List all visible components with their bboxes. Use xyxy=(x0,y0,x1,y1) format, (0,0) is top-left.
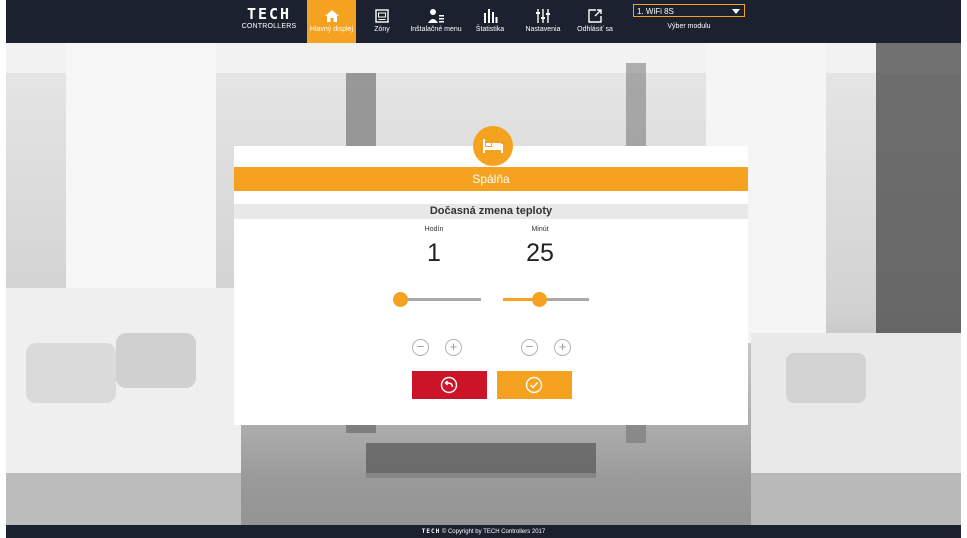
nav-zones[interactable]: Zóny xyxy=(365,0,399,43)
settings-sliders-icon xyxy=(536,9,550,23)
zone-name: Spálňa xyxy=(234,167,748,191)
minutes-label: Minút xyxy=(531,226,549,233)
zone-icon-badge xyxy=(473,126,513,166)
statistics-icon xyxy=(484,9,498,23)
nav-settings[interactable]: Nastavenia xyxy=(518,0,568,43)
minutes-slider-handle[interactable] xyxy=(532,292,547,307)
plus-icon: + xyxy=(449,339,458,354)
installer-menu-icon xyxy=(428,9,444,23)
plus-icon: + xyxy=(558,339,567,354)
hours-increase-button[interactable]: + xyxy=(445,339,462,356)
minutes-value: 25 xyxy=(526,239,554,267)
hours-label: Hodín xyxy=(424,226,444,233)
minus-icon: − xyxy=(416,339,425,354)
nav-installer-menu[interactable]: Inštalačné menu xyxy=(407,0,465,43)
bed-icon xyxy=(483,139,503,153)
chevron-down-icon xyxy=(732,9,740,14)
module-select[interactable]: 1. WiFi 8S xyxy=(633,4,745,17)
nav-main-display[interactable]: Hlavný displej xyxy=(307,0,356,43)
hours-slider-handle[interactable] xyxy=(393,292,408,307)
copyright-text: © Copyright by TECH Controllers 2017 xyxy=(441,529,546,535)
hours-decrease-button[interactable]: − xyxy=(412,339,429,356)
back-arrow-icon xyxy=(440,376,458,394)
minutes-increase-button[interactable]: + xyxy=(554,339,571,356)
nav-logout[interactable]: Odhlásiť sa xyxy=(570,0,620,43)
logout-icon xyxy=(588,9,602,23)
hours-slider[interactable] xyxy=(393,292,481,307)
top-navigation-bar: TECH CONTROLLERS Hlavný displej Zóny Inš… xyxy=(6,0,961,43)
dialog-title: Dočasná zmena teploty xyxy=(234,204,748,219)
minutes-decrease-button[interactable]: − xyxy=(521,339,538,356)
app-frame: TECH CONTROLLERS Hlavný displej Zóny Inš… xyxy=(6,0,961,538)
module-selector: 1. WiFi 8S Výber modulu xyxy=(633,4,747,40)
hours-value: 1 xyxy=(427,239,441,267)
zones-icon xyxy=(375,9,389,23)
back-button[interactable] xyxy=(412,371,487,399)
footer: TECH © Copyright by TECH Controllers 201… xyxy=(6,525,961,538)
minus-icon: − xyxy=(525,339,534,354)
minutes-slider[interactable] xyxy=(503,292,589,307)
home-icon xyxy=(324,10,339,22)
confirm-button[interactable] xyxy=(497,371,572,399)
nav-statistics[interactable]: Štatistika xyxy=(469,0,511,43)
check-icon xyxy=(525,376,543,394)
tech-logo: TECH CONTROLLERS xyxy=(241,5,297,31)
